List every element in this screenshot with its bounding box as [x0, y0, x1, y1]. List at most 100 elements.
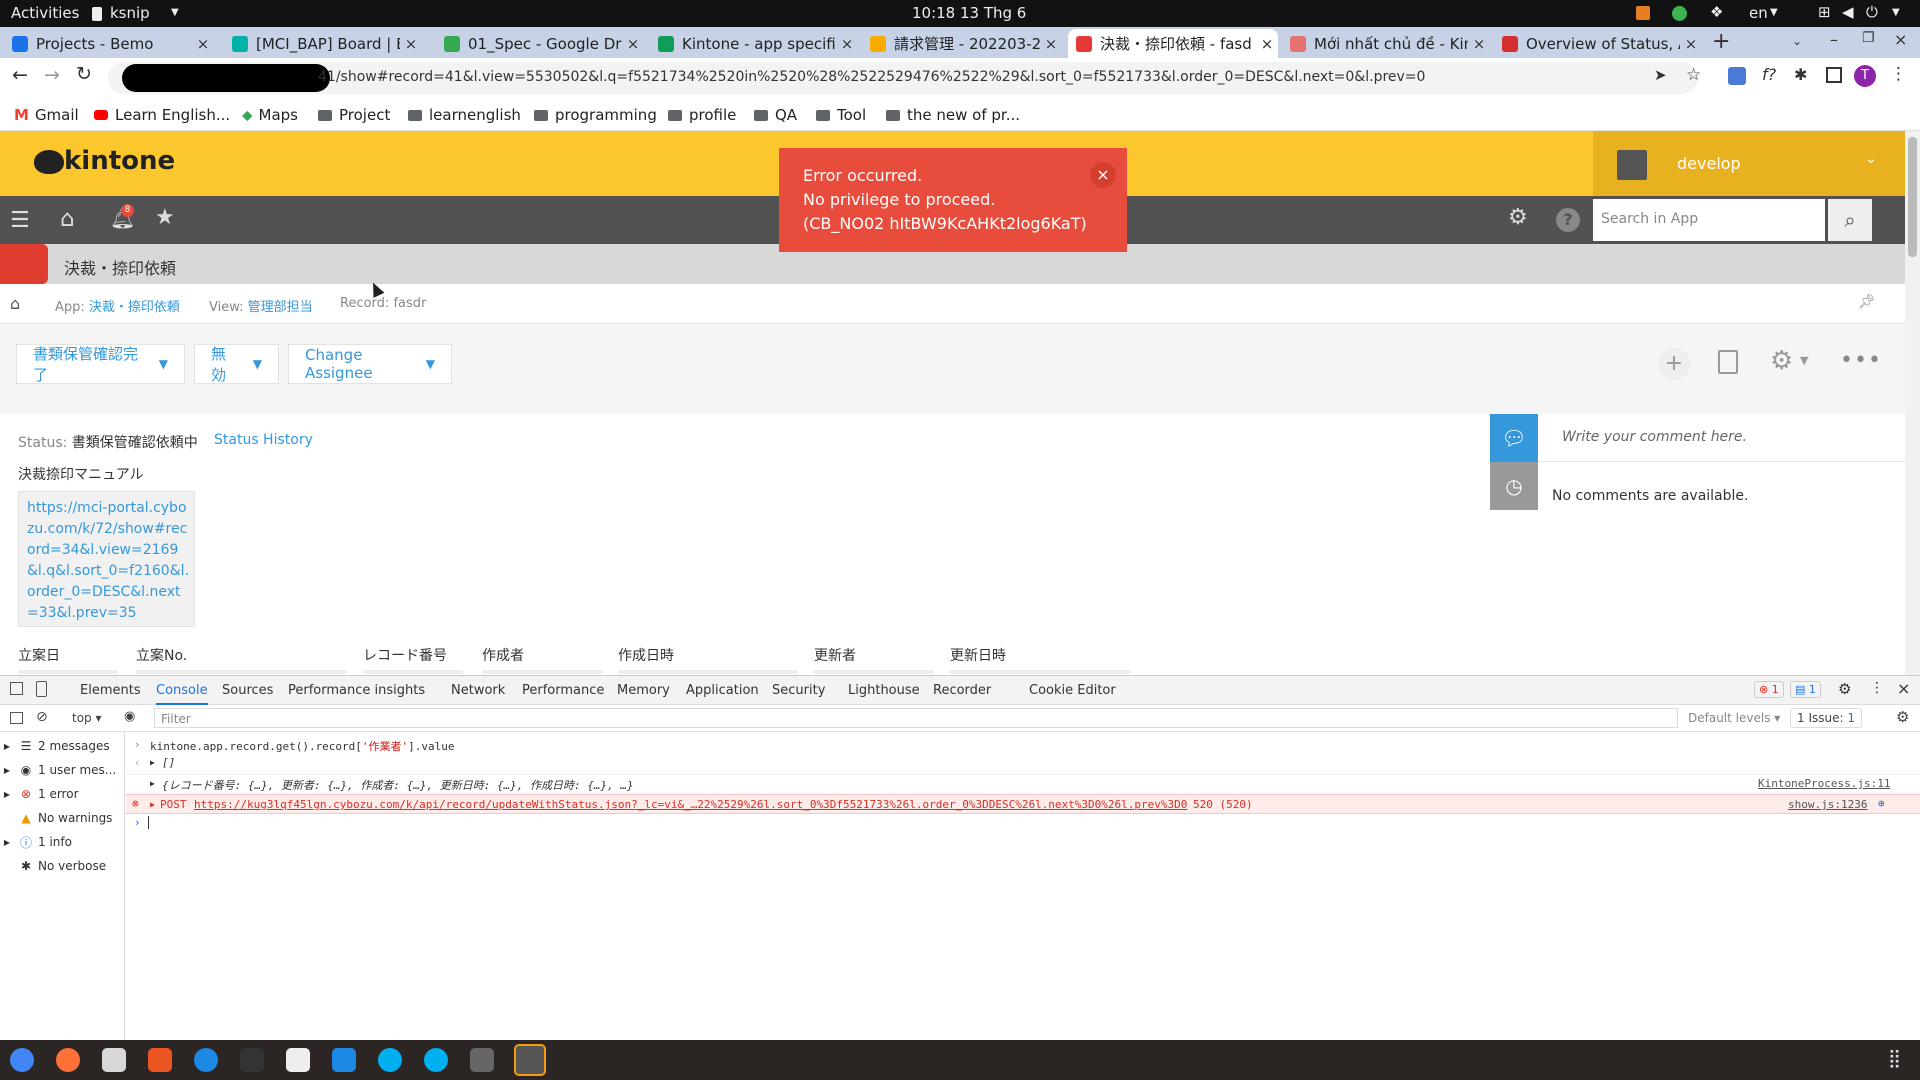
browser-tab[interactable]: Mới nhất chủ đề - Kin × [1282, 29, 1490, 58]
inspect-element-icon[interactable] [10, 682, 23, 695]
expand-arrow-icon[interactable]: ▶ [150, 758, 155, 767]
terminal-icon[interactable] [240, 1048, 264, 1072]
dropbox-icon[interactable]: ❖ [1710, 3, 1723, 21]
files-icon[interactable] [102, 1048, 126, 1072]
power-icon[interactable]: ⏻ [1866, 3, 1878, 21]
status-action-button[interactable]: 書類保管確認完了 ▼ [16, 344, 185, 384]
duplicate-record-icon[interactable] [1718, 350, 1738, 374]
error-count-badge[interactable]: ⊗ 1 [1754, 681, 1784, 698]
status-history-link[interactable]: Status History [214, 432, 313, 448]
gear-icon[interactable]: ⚙ [1770, 346, 1793, 376]
ksnip-dock-icon[interactable] [514, 1044, 546, 1076]
sidebar-item-warnings[interactable]: ▲ No warnings [0, 806, 125, 830]
breadcrumb-app-link[interactable]: 決裁・捺印依頼 [89, 300, 180, 315]
devtools-tab-elements[interactable]: Elements [80, 683, 141, 698]
devtools-tab-cookie-editor[interactable]: Cookie Editor [1029, 683, 1116, 698]
manual-link[interactable]: https://mci-portal.cybozu.com/k/72/show#… [27, 498, 189, 624]
software-center-icon[interactable] [148, 1048, 172, 1072]
menu-dots-icon[interactable]: ⋮ [1890, 64, 1907, 84]
change-assignee-button[interactable]: Change Assignee ▼ [288, 344, 452, 384]
forward-icon[interactable]: → [44, 64, 60, 86]
bookmark-folder-the-new-of-pr[interactable]: the new of pr... [886, 106, 1020, 124]
source-link[interactable]: KintoneProcess.js:11 [1758, 777, 1890, 790]
settings-gear-icon[interactable]: ⚙ [1838, 680, 1851, 698]
devtools-tab-performance-insights[interactable]: Performance insights [288, 683, 425, 698]
comment-bubble-icon[interactable]: 💬︎ [1490, 414, 1538, 462]
formula-extension-icon[interactable]: f? [1762, 65, 1776, 84]
close-icon[interactable]: × [1090, 162, 1116, 188]
firefox-icon[interactable] [56, 1048, 80, 1072]
devtools-tab-memory[interactable]: Memory [617, 683, 670, 698]
back-icon[interactable]: ← [12, 64, 28, 86]
maximize-icon[interactable]: ❐ [1862, 30, 1875, 46]
close-icon[interactable]: × [1040, 35, 1062, 53]
devtools-tab-security[interactable]: Security [772, 683, 825, 698]
network-icon[interactable]: ⊞ [1818, 3, 1831, 21]
close-icon[interactable]: × [1680, 35, 1702, 53]
comment-input[interactable]: Write your comment here. [1538, 414, 1905, 462]
tab-search-icon[interactable]: ⌄ [1792, 34, 1802, 48]
tray-check-icon[interactable] [1672, 6, 1687, 21]
source-link[interactable]: show.js:1236 [1788, 798, 1867, 811]
console-error-line[interactable]: ⊗ ▶ POST https://kug3lqf45lgn.cybozu.com… [126, 794, 1920, 814]
bookmark-folder-project[interactable]: Project [318, 106, 390, 124]
favorite-star-icon[interactable]: ★ [155, 205, 175, 230]
history-icon[interactable]: ◷ [1490, 462, 1538, 510]
sidebar-item-info[interactable]: ▶ ⓘ 1 info [0, 830, 125, 854]
activities-button[interactable]: Activities [11, 4, 79, 22]
scrollbar-thumb[interactable] [1908, 137, 1917, 257]
pin-icon[interactable]: 📌︎ [1858, 294, 1876, 310]
send-icon[interactable]: ➤ [1654, 66, 1667, 84]
more-options-icon[interactable]: ⋮ [1870, 680, 1884, 696]
breadcrumb-view[interactable]: View: 管理部担当 [209, 296, 313, 315]
skype-icon[interactable] [424, 1048, 448, 1072]
browser-tab[interactable]: Projects - Bemo × [4, 29, 214, 58]
bookmark-gmail[interactable]: M Gmail [14, 106, 79, 124]
clock[interactable]: 10:18 13 Thg 6 [912, 4, 1026, 22]
sidebar-toggle-icon[interactable] [10, 712, 23, 724]
console-result-line[interactable]: ‹ ▶ [] [126, 756, 1920, 774]
bookmark-maps[interactable]: ⬥ Maps [242, 106, 298, 124]
volume-icon[interactable]: ◀ [1842, 3, 1854, 21]
translate-extension-icon[interactable] [1728, 67, 1746, 85]
bookmark-folder-programming[interactable]: programming [534, 106, 657, 124]
devtools-tab-application[interactable]: Application [686, 683, 759, 698]
chrome-icon[interactable] [10, 1048, 34, 1072]
bookmark-folder-learnenglish[interactable]: learnenglish [408, 106, 521, 124]
context-selector[interactable]: top ▾ [72, 711, 102, 725]
new-tab-icon[interactable]: + [1712, 29, 1730, 54]
expand-arrow-icon[interactable]: ▶ [150, 800, 155, 809]
console-settings-icon[interactable]: ⚙ [1896, 708, 1909, 726]
bookmark-star-icon[interactable]: ☆ [1686, 65, 1701, 85]
help-icon[interactable]: ? [1556, 208, 1580, 232]
skype-icon[interactable] [378, 1048, 402, 1072]
profile-avatar[interactable]: T [1854, 65, 1876, 87]
close-devtools-icon[interactable]: × [1897, 679, 1910, 698]
clear-console-icon[interactable]: ⊘ [36, 709, 48, 725]
more-options-icon[interactable]: ••• [1840, 348, 1882, 373]
browser-tab[interactable]: Overview of Status, A × [1494, 29, 1702, 58]
tray-app-icon[interactable] [1636, 6, 1650, 20]
message-count-badge[interactable]: ▤ 1 [1790, 681, 1821, 698]
user-menu[interactable]: develop ⌄ [1593, 131, 1905, 196]
kintone-logo[interactable]: kintone [64, 146, 175, 176]
devtools-tab-recorder[interactable]: Recorder [933, 683, 991, 698]
console-object-line[interactable]: ▶ {レコード番号: {…}, 更新者: {…}, 作成者: {…}, 更新日時… [126, 774, 1920, 794]
close-icon[interactable]: × [192, 35, 214, 53]
sidebar-item-verbose[interactable]: ✱ No verbose [0, 854, 125, 878]
close-icon[interactable]: × [400, 35, 422, 53]
bookmark-folder-qa[interactable]: QA [754, 106, 797, 124]
add-record-icon[interactable]: + [1658, 348, 1690, 380]
devtools-tab-console[interactable]: Console [156, 683, 208, 705]
reload-icon[interactable]: ↻ [76, 63, 92, 85]
console-filter-input[interactable]: Filter [154, 708, 1678, 728]
minimize-icon[interactable]: – [1830, 30, 1838, 49]
hamburger-menu-icon[interactable]: ☰ [10, 208, 30, 233]
sidebar-item-user-messages[interactable]: ▶ ◉ 1 user mes... [0, 758, 125, 782]
bookmark-learn-english[interactable]: Learn English... [94, 106, 230, 124]
app-grid-icon[interactable]: ⣿ [1888, 1048, 1901, 1069]
close-icon[interactable]: × [1468, 35, 1490, 53]
device-toolbar-icon[interactable] [36, 681, 47, 697]
sidebar-item-messages[interactable]: ▶ ☰ 2 messages [0, 734, 125, 758]
close-icon[interactable]: × [1256, 35, 1278, 53]
